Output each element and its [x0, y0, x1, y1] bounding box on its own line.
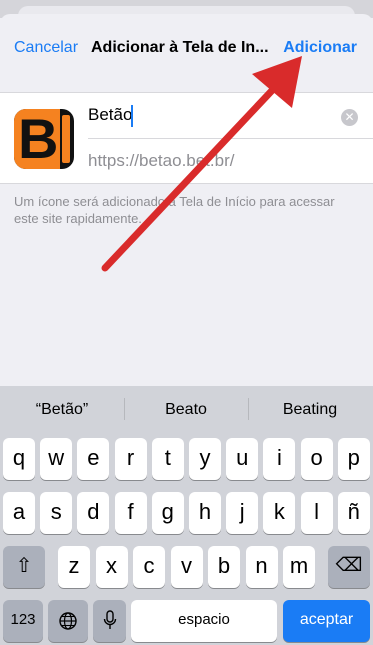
key-s[interactable]: s [40, 492, 73, 534]
key-p[interactable]: p [337, 438, 370, 480]
mic-icon[interactable] [93, 600, 126, 642]
nav-bar: Cancelar Adicionar à Tela de In... Adici… [0, 32, 373, 62]
field-divider [88, 138, 373, 139]
key-k[interactable]: k [263, 492, 296, 534]
key-i[interactable]: i [263, 438, 296, 480]
key-w[interactable]: w [40, 438, 73, 480]
key-a[interactable]: a [3, 492, 35, 534]
text-cursor [131, 105, 133, 127]
key-b[interactable]: b [208, 546, 240, 588]
key-j[interactable]: j [226, 492, 259, 534]
key-x[interactable]: x [95, 546, 128, 588]
key-u[interactable]: u [226, 438, 259, 480]
sheet-title: Adicionar à Tela de In... [91, 39, 269, 56]
keyboard: “Betão” Beato Beating qwertyuiop asdfghj… [0, 386, 373, 645]
key-t[interactable]: t [151, 438, 184, 480]
key-m[interactable]: m [283, 546, 315, 588]
key-v[interactable]: v [170, 546, 203, 588]
suggestion-item[interactable]: Beato [124, 401, 248, 419]
key-q[interactable]: q [3, 438, 35, 480]
mic-icon-graphic [103, 610, 116, 629]
space-key[interactable]: espacio [131, 600, 277, 642]
clear-icon[interactable]: ✕ [341, 109, 358, 126]
key-h[interactable]: h [189, 492, 221, 534]
suggestion-item[interactable]: Beating [248, 401, 372, 419]
globe-icon[interactable] [48, 600, 88, 642]
site-icon: B [14, 109, 74, 169]
globe-icon-graphic [59, 612, 77, 630]
key-d[interactable]: d [77, 492, 110, 534]
key-y[interactable]: y [189, 438, 221, 480]
key-o[interactable]: o [300, 438, 333, 480]
shift-key[interactable]: ⇧ [3, 546, 45, 588]
add-button[interactable]: Adicionar [283, 39, 357, 57]
key-l[interactable]: l [300, 492, 333, 534]
key-g[interactable]: g [151, 492, 184, 534]
suggestion-bar: “Betão” Beato Beating [0, 386, 373, 430]
key-r[interactable]: r [114, 438, 147, 480]
cancel-button[interactable]: Cancelar [14, 39, 78, 57]
key-e[interactable]: e [77, 438, 110, 480]
site-icon-logo: B [18, 109, 59, 169]
key-c[interactable]: c [133, 546, 165, 588]
key-z[interactable]: z [58, 546, 90, 588]
site-icon-stripe [62, 115, 70, 163]
key-f[interactable]: f [114, 492, 147, 534]
return-key[interactable]: aceptar [283, 600, 370, 642]
key-n[interactable]: n [245, 546, 278, 588]
helper-text: Um ícone será adicionado à Tela de Iníci… [14, 194, 335, 226]
key-ñ[interactable]: ñ [337, 492, 370, 534]
delete-key[interactable]: ⌫ [328, 546, 370, 588]
suggestion-item[interactable]: “Betão” [0, 401, 124, 419]
name-field[interactable]: Betão [88, 105, 338, 133]
url-field: https://betao.bet.br/ [88, 151, 235, 170]
bookmark-card: B Betão ✕ https://betao.bet.br/ [0, 92, 373, 184]
numbers-key[interactable]: 123 [3, 600, 43, 642]
